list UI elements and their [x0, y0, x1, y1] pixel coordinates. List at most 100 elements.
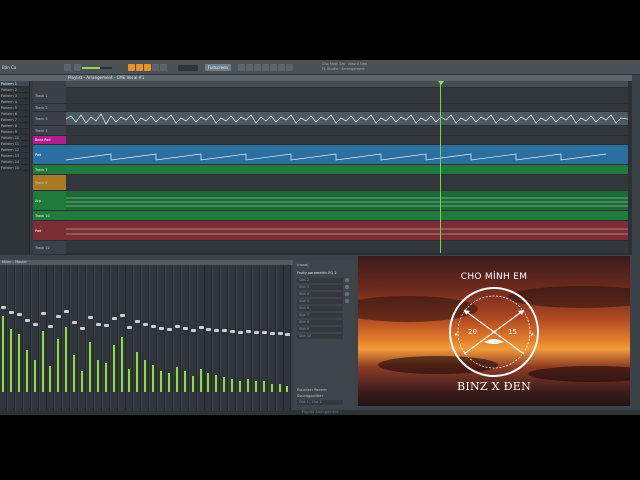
loop-icon[interactable]	[152, 64, 159, 71]
lane[interactable]	[66, 191, 628, 211]
volume-fader[interactable]	[40, 312, 46, 315]
mixer-strip[interactable]	[0, 265, 7, 410]
volume-fader[interactable]	[87, 316, 93, 319]
horizontal-scrollbar[interactable]	[66, 253, 628, 255]
fx-slot-soundgoodizer[interactable]: Soundgoodizer	[297, 394, 351, 399]
playhead-marker[interactable]	[438, 81, 444, 85]
fx-slot-equalizer[interactable]: Equalizer Reverb	[297, 388, 351, 393]
slot-mix-knob[interactable]	[345, 278, 349, 282]
pattern-clip[interactable]	[66, 165, 628, 174]
view-mode-display[interactable]: Fullscreen	[205, 64, 231, 71]
pattern-clip[interactable]	[66, 191, 628, 210]
mixer-strip[interactable]	[284, 265, 292, 410]
fx-slot[interactable]: Slot 3	[297, 285, 343, 290]
mixer-strip[interactable]	[150, 265, 158, 410]
playhead[interactable]	[440, 81, 441, 255]
mixer-strip[interactable]	[15, 265, 23, 410]
pattern-clip[interactable]	[66, 211, 628, 220]
lane[interactable]	[66, 112, 628, 126]
mixer-strip[interactable]	[79, 265, 86, 410]
mixer-strip[interactable]	[94, 265, 102, 410]
track-header[interactable]: Pad	[33, 221, 66, 241]
track-header[interactable]: Track 10	[33, 211, 66, 221]
volume-fader[interactable]	[151, 325, 157, 328]
mixer-strip[interactable]	[31, 265, 39, 410]
lane[interactable]	[66, 88, 628, 104]
mixer-strip[interactable]	[276, 265, 284, 410]
mixer-strip[interactable]	[268, 265, 276, 410]
mixer-strip[interactable]	[71, 265, 79, 410]
volume-fader[interactable]	[245, 330, 251, 333]
mixer-icon[interactable]	[270, 64, 277, 71]
play-icon[interactable]	[128, 64, 135, 71]
fx-slot[interactable]: Slot 7	[297, 313, 343, 318]
track-header[interactable]: Track 8	[33, 175, 66, 191]
mixer-strip[interactable]	[221, 265, 229, 410]
volume-fader[interactable]	[206, 328, 212, 331]
mixer-strip[interactable]	[110, 265, 118, 410]
lane[interactable]	[66, 145, 628, 165]
lane[interactable]	[66, 126, 628, 136]
volume-fader[interactable]	[230, 330, 236, 333]
metronome-icon[interactable]	[160, 64, 167, 71]
track-header[interactable]: Pad	[33, 145, 66, 165]
volume-fader[interactable]	[1, 306, 6, 309]
track-header[interactable]: Track 2	[33, 104, 66, 112]
volume-fader[interactable]	[103, 324, 109, 327]
volume-fader[interactable]	[119, 314, 125, 317]
lane[interactable]	[66, 175, 628, 191]
mixer-strip[interactable]	[63, 265, 71, 410]
slot-mix-knob[interactable]	[345, 285, 349, 289]
mixer-strip[interactable]	[165, 265, 173, 410]
volume-fader[interactable]	[222, 329, 228, 332]
stop-icon[interactable]	[136, 64, 143, 71]
lane[interactable]	[66, 104, 628, 112]
volume-fader[interactable]	[214, 329, 220, 332]
volume-fader[interactable]	[277, 332, 283, 335]
volume-fader[interactable]	[16, 313, 22, 316]
mixer-strip[interactable]	[39, 265, 47, 410]
volume-fader[interactable]	[190, 329, 196, 332]
mixer-strip[interactable]	[47, 265, 55, 410]
volume-fader[interactable]	[174, 325, 180, 328]
playlist-icon[interactable]	[246, 64, 253, 71]
fx-slot[interactable]: Slot 4	[297, 292, 343, 297]
pattern-clip[interactable]	[66, 221, 628, 240]
mixer-strip[interactable]	[86, 265, 94, 410]
mixer-strip[interactable]	[55, 265, 63, 410]
mixer-strip[interactable]	[189, 265, 197, 410]
plugin-icon[interactable]	[286, 64, 293, 71]
tempo-display[interactable]	[178, 65, 198, 71]
fx-slot[interactable]: Slot 6	[297, 306, 343, 311]
track-header[interactable]: Track 12	[33, 241, 66, 255]
volume-fader[interactable]	[95, 323, 101, 326]
volume-fader[interactable]	[159, 327, 164, 330]
playlist-lanes[interactable]	[66, 81, 628, 255]
mixer-strip[interactable]	[229, 265, 237, 410]
volume-fader[interactable]	[24, 319, 30, 322]
volume-fader[interactable]	[253, 331, 259, 334]
audio-clip[interactable]	[66, 112, 628, 125]
track-header[interactable]: Track 7	[33, 165, 66, 175]
volume-fader[interactable]	[166, 328, 172, 331]
channel-name[interactable]: (none)	[297, 263, 351, 268]
volume-fader[interactable]	[56, 315, 62, 318]
mixer-strip[interactable]	[102, 265, 110, 410]
mixer-strip[interactable]	[158, 265, 165, 410]
mixer-strip[interactable]	[205, 265, 213, 410]
fx-slot[interactable]: Slot 10	[297, 334, 343, 339]
mixer-strip[interactable]	[197, 265, 205, 410]
fx-slot[interactable]: Slot 9	[297, 327, 343, 332]
volume-fader[interactable]	[261, 331, 267, 334]
slot-mix-knob[interactable]	[345, 299, 349, 303]
track-header[interactable]: Track 1	[33, 88, 66, 104]
mixer-strip[interactable]	[213, 265, 221, 410]
output-select[interactable]: Out 1 - Out 2	[297, 400, 343, 405]
fx-slot[interactable]: Slot 2	[297, 278, 343, 283]
track-header[interactable]: Track 4	[33, 126, 66, 136]
mixer-strip[interactable]	[126, 265, 134, 410]
record-icon[interactable]	[144, 64, 151, 71]
volume-fader[interactable]	[72, 321, 78, 324]
fx-slot[interactable]: Slot 8	[297, 320, 343, 325]
mixer-strip[interactable]	[181, 265, 189, 410]
